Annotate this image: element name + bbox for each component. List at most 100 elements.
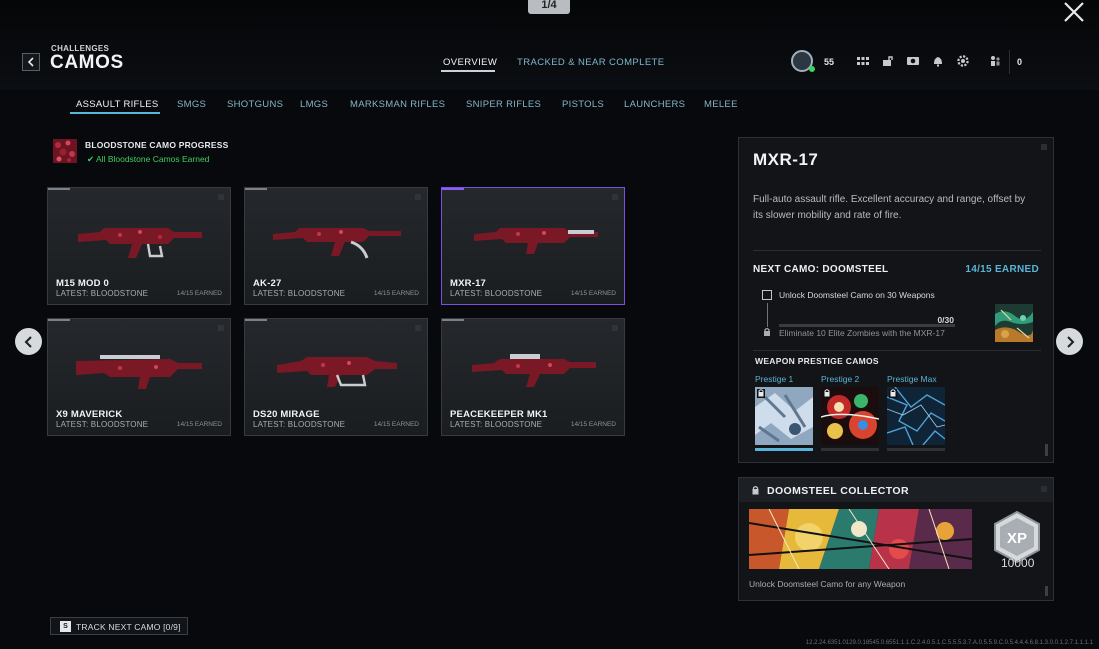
weapon-earned-count: 14/15 EARNED [176,421,222,428]
weapon-card-ak-27[interactable]: AK-27 LATEST: BLOODSTONE 14/15 EARNED [244,187,428,305]
camo-progress-status: ✔ All Bloodstone Camos Earned [87,154,210,164]
card-pin-icon [415,194,421,200]
doomsteel-collector-panel: DOOMSTEEL COLLECTOR XP 10000 Unlock Doom… [738,477,1054,601]
task-checkbox[interactable] [762,290,772,300]
collector-xp-amount: 10000 [1001,556,1035,570]
weapon-image [273,228,401,259]
prestige-2-underline [821,448,879,451]
weapon-name: DS20 MIRAGE [253,409,320,420]
card-corner-marker [442,319,464,321]
category-tab-lmgs[interactable]: LMGS [300,99,328,110]
track-next-camo-label: TRACK NEXT CAMO [0/9] [76,622,181,632]
next-page-button[interactable] [1056,328,1083,355]
weapon-image [474,228,598,254]
back-button[interactable] [22,53,40,71]
next-camo-earned: 14/15 EARNED [965,264,1039,275]
panel-pin-icon [1041,144,1047,150]
card-pin-icon [218,194,224,200]
category-tab-launchers[interactable]: LAUNCHERS [624,99,685,110]
category-tab-melee[interactable]: MELEE [704,99,738,110]
category-tab-pistols[interactable]: PISTOLS [562,99,604,110]
weapon-card-peacekeeper-mk1[interactable]: PEACEKEEPER MK1 LATEST: BLOODSTONE 14/15… [441,318,625,436]
friends-panel[interactable] [1009,50,1049,74]
weapon-image [277,357,397,387]
weapon-detail-description: Full-auto assault rifle. Excellent accur… [753,194,1026,221]
weapon-image [76,355,202,389]
weapon-latest-camo: LATEST: BLOODSTONE [253,420,346,429]
card-pin-icon [612,325,618,331]
prestige-1-underline [755,448,813,451]
weapon-image [78,228,202,258]
card-corner-marker [48,319,70,321]
player-level: 55 [824,57,835,67]
camo-progress-title: BLOODSTONE CAMO PROGRESS [85,140,229,150]
weapon-latest-camo: LATEST: BLOODSTONE [450,420,543,429]
weapon-earned-count: 14/15 EARNED [373,290,419,297]
weapon-earned-count: 14/15 EARNED [570,421,616,428]
track-next-camo-button[interactable]: S TRACK NEXT CAMO [0/9] [50,617,188,635]
card-pin-icon [612,194,618,200]
prestige-2-camo-thumbnail[interactable] [821,387,879,445]
weapon-card-m15-mod-0[interactable]: M15 MOD 0 LATEST: BLOODSTONE 14/15 EARNE… [47,187,231,305]
category-tab-shotguns[interactable]: SHOTGUNS [227,99,283,110]
card-corner-marker [245,188,267,190]
page-counter: 1/4 [528,0,570,14]
friends-icon[interactable] [988,54,1002,68]
chevron-left-icon [24,335,32,348]
close-icon[interactable] [1062,0,1086,24]
prestige-1-label: Prestige 1 [755,374,794,384]
key-hint: S [60,621,71,632]
weapon-image [472,354,596,387]
category-tab-assault-rifles[interactable]: ASSAULT RIFLES [76,99,159,110]
camera-icon[interactable] [906,54,920,68]
chevron-left-icon [27,57,34,67]
store-icon[interactable] [881,54,895,68]
card-pin-icon [218,325,224,331]
lock-icon [764,328,770,336]
category-tab-smgs[interactable]: SMGS [177,99,206,110]
collector-reward-image [749,509,972,569]
collector-description: Unlock Doomsteel Camo for any Weapon [749,579,906,589]
scrollbar[interactable] [1045,586,1048,596]
bell-icon[interactable] [931,54,945,68]
weapon-card-ds20-mirage[interactable]: DS20 MIRAGE LATEST: BLOODSTONE 14/15 EAR… [244,318,428,436]
previous-page-button[interactable] [15,328,42,355]
page-title: CAMOS [50,52,124,73]
category-tab-marksman-rifles[interactable]: MARKSMAN RIFLES [350,99,445,110]
bloodstone-camo-swatch [53,139,77,163]
scrollbar[interactable] [1045,444,1048,456]
weapon-card-mxr-17[interactable]: MXR-17 LATEST: BLOODSTONE 14/15 EARNED [441,187,625,305]
weapon-latest-camo: LATEST: BLOODSTONE [56,420,149,429]
tab-overview[interactable]: OVERVIEW [443,57,497,68]
divider [753,350,1041,351]
category-tab-underline [70,112,160,114]
friends-count: 0 [1017,57,1023,67]
xp-badge-text: XP [1007,530,1027,547]
online-status-dot [809,66,815,72]
prestige-1-camo-thumbnail[interactable] [755,387,813,445]
weapon-latest-camo: LATEST: BLOODSTONE [56,289,149,298]
weapon-name: X9 MAVERICK [56,409,123,420]
next-camo-title: NEXT CAMO: DOOMSTEEL [753,264,889,275]
camo-task-1: Unlock Doomsteel Camo on 30 Weapons [779,290,935,300]
build-version-string: 12.2.24.6351.0129.0.18545.0.6551.1.1.C.2… [805,640,1093,646]
weapon-latest-camo: LATEST: BLOODSTONE [450,289,543,298]
category-tab-sniper-rifles[interactable]: SNIPER RIFLES [466,99,541,110]
camo-task-1-progress-bar [779,324,955,327]
weapon-name: PEACEKEEPER MK1 [450,409,548,420]
prestige-max-label: Prestige Max [887,374,937,384]
grid-menu-icon[interactable] [856,54,870,68]
prestige-2-label: Prestige 2 [821,374,860,384]
card-corner-marker [245,319,267,321]
doomsteel-camo-thumbnail [995,304,1033,342]
divider [753,250,1041,251]
card-pin-icon [415,325,421,331]
tab-tracked-near-complete[interactable]: TRACKED & NEAR COMPLETE [517,57,665,68]
weapon-card-x9-maverick[interactable]: X9 MAVERICK LATEST: BLOODSTONE 14/15 EAR… [47,318,231,436]
task-connector [767,303,768,327]
card-corner-marker [48,188,70,190]
gear-icon[interactable] [956,54,970,68]
weapon-earned-count: 14/15 EARNED [176,290,222,297]
tab-overview-underline [441,70,495,72]
prestige-max-camo-thumbnail[interactable] [887,387,945,445]
